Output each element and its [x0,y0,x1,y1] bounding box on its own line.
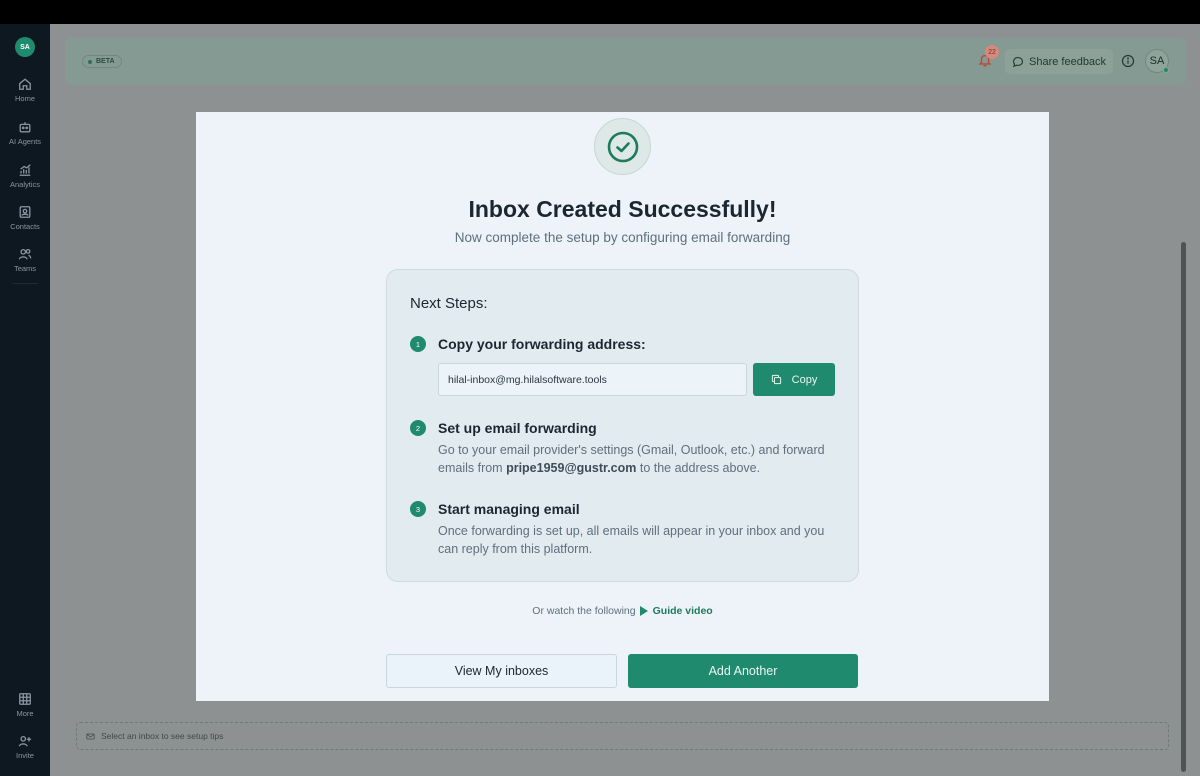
sidebar-item-more[interactable]: More [0,692,50,732]
home-icon [19,78,31,90]
share-feedback-label: Share feedback [1029,55,1107,68]
notifications-button[interactable]: 22 [978,45,999,71]
sidebar-item-contacts[interactable]: Contacts [0,205,50,245]
teams-icon [18,248,32,260]
copy-button[interactable]: Copy [753,363,835,396]
view-inboxes-button[interactable]: View My inboxes [386,654,617,688]
online-status-dot [1163,67,1169,73]
sidebar-item-label: More [16,709,34,718]
guide-video-label: Guide video [652,605,713,617]
beta-label: BETA [96,58,115,65]
beta-badge: BETA [82,55,122,68]
user-avatar[interactable]: SA [1145,49,1169,73]
sidebar-item-label: Home [14,94,35,103]
source-email: pripe1959@gustr.com [506,461,637,475]
beta-dot-icon [88,59,92,64]
notification-count-badge: 22 [985,45,999,59]
sidebar-item-label: Teams [13,264,37,273]
step-number-badge: 2 [410,420,426,436]
step-number-badge: 3 [410,501,426,517]
info-icon [1121,54,1135,68]
sidebar-item-label: Contacts [10,222,40,231]
success-badge [594,118,651,175]
setup-tips-bar: Select an inbox to see setup tips [76,722,1169,750]
analytics-icon [19,164,31,176]
contacts-icon [19,206,31,218]
setup-tips-text: Select an inbox to see setup tips [101,731,224,741]
inbox-created-modal: Inbox Created Successfully! Now complete… [196,112,1049,701]
step-title: Copy your forwarding address: [438,336,646,352]
guide-prefix: Or watch the following [532,605,636,617]
check-circle-icon [607,131,638,162]
sidebar-item-label: Invite [16,751,34,760]
sidebar-divider [12,283,38,284]
next-steps-card: Next Steps: 1 Copy your forwarding addre… [386,269,859,582]
modal-title: Inbox Created Successfully! [468,196,777,222]
add-another-button[interactable]: Add Another [628,654,858,688]
step-title: Start managing email [438,501,580,517]
step-title: Set up email forwarding [438,420,597,436]
user-plus-icon [18,735,32,747]
share-feedback-button[interactable]: Share feedback [1005,49,1114,74]
guide-video-link[interactable]: Guide video [639,605,713,617]
play-icon [639,606,648,616]
sidebar: SA Home AI Agents Analytics Contacts Tea… [0,24,50,776]
robot-icon [19,122,31,133]
mail-icon [86,733,95,739]
step-description-text: to the address above. [636,461,761,475]
info-button[interactable] [1121,54,1135,68]
guide-video-row: Or watch the following Guide video [196,605,1049,617]
forwarding-address-field[interactable]: hilal-inbox@mg.hilalsoftware.tools [438,363,747,396]
step-description: Once forwarding is set up, all emails wi… [438,524,825,556]
sidebar-item-ai-agents[interactable]: AI Agents [0,120,50,160]
workspace-avatar[interactable]: SA [15,37,35,57]
next-steps-heading: Next Steps: [410,295,488,312]
sidebar-item-home[interactable]: Home [0,77,50,117]
step-number-badge: 1 [410,336,426,352]
sidebar-item-analytics[interactable]: Analytics [0,163,50,203]
scrollbar[interactable] [1181,242,1186,772]
step-description: Go to your email provider's settings (Gm… [438,441,838,477]
copy-button-label: Copy [791,373,818,386]
top-black-bar [0,0,1200,24]
sidebar-item-teams[interactable]: Teams [0,247,50,287]
sidebar-item-invite[interactable]: Invite [0,734,50,774]
chat-bubble-icon [1012,56,1024,67]
sidebar-item-label: AI Agents [8,137,42,146]
modal-subtitle: Now complete the setup by configuring em… [454,230,791,245]
copy-icon [771,374,781,385]
sidebar-item-label: Analytics [9,180,40,189]
user-initials: SA [1149,55,1165,67]
header-bar: BETA 22 Share feedback SA [65,38,1186,85]
grid-icon [19,693,31,705]
